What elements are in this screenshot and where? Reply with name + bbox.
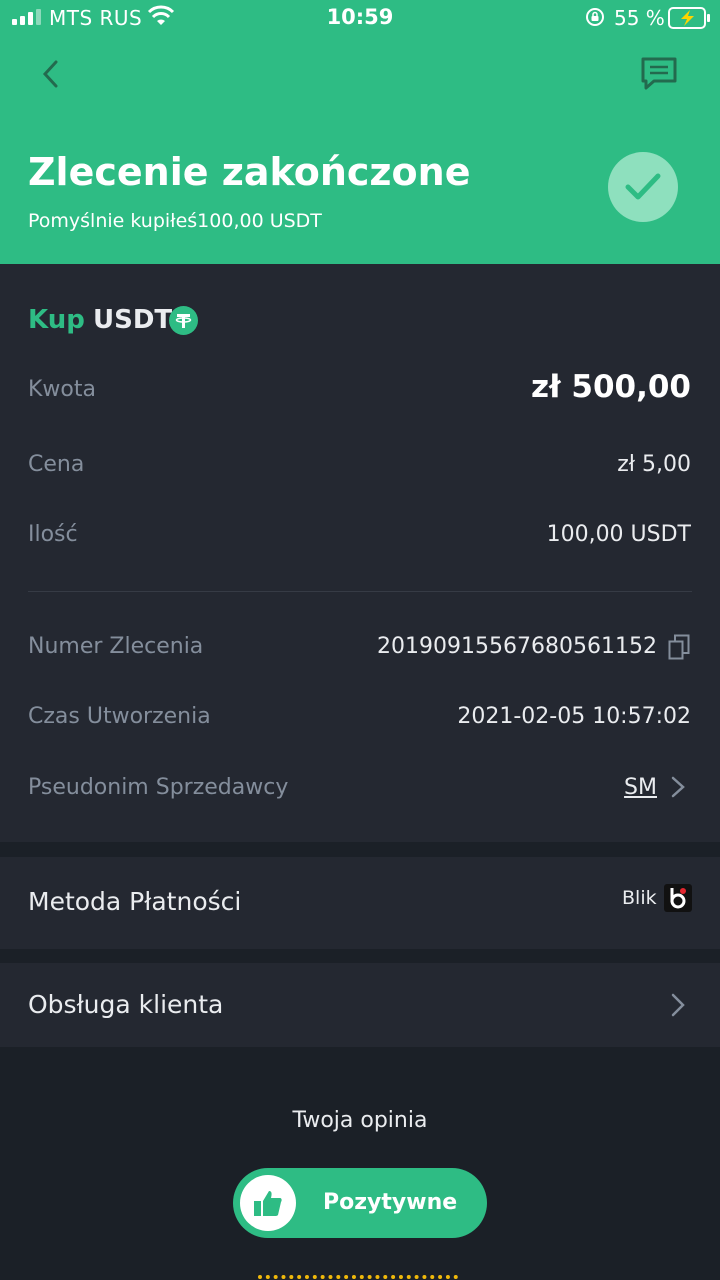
- partially-visible-link: [258, 1268, 458, 1280]
- thumbs-up-badge: [240, 1175, 296, 1231]
- created-time-value: 2021-02-05 10:57:02: [457, 704, 691, 729]
- price-label: Cena: [28, 452, 85, 477]
- order-header: MTS RUS 10:59 55 % Zlecenie zakończone P…: [0, 0, 720, 264]
- rotation-lock-icon: [586, 8, 604, 26]
- seller-nickname-link[interactable]: SM: [624, 775, 657, 800]
- positive-feedback-label: Pozytywne: [323, 1190, 458, 1215]
- payment-method-value: Blik: [622, 887, 657, 909]
- customer-support-label: Obsługa klienta: [28, 990, 224, 1019]
- order-number-value: 20190915567680561152: [377, 634, 657, 659]
- tether-icon: [169, 306, 198, 335]
- amount-label: Kwota: [28, 377, 96, 402]
- created-time-label: Czas Utworzenia: [28, 704, 211, 729]
- thumbs-up-icon: [254, 1191, 282, 1216]
- positive-feedback-button[interactable]: Pozytywne: [233, 1168, 487, 1238]
- amount-value: zł 500,00: [531, 369, 691, 405]
- status-time: 10:59: [326, 5, 394, 29]
- payment-method-label: Metoda Płatności: [28, 887, 242, 916]
- divider: [28, 591, 692, 592]
- success-badge: [608, 152, 678, 222]
- status-bar: MTS RUS 10:59 55 %: [0, 0, 720, 38]
- order-coin: USDT: [93, 305, 173, 335]
- seller-nickname-label: Pseudonim Sprzedawcy: [28, 775, 289, 800]
- order-number-label: Numer Zlecenia: [28, 634, 204, 659]
- quantity-value: 100,00 USDT: [546, 522, 691, 547]
- quantity-label: Ilość: [28, 522, 78, 547]
- order-details-card: [0, 264, 720, 842]
- chevron-right-icon[interactable]: [670, 992, 686, 1018]
- chat-icon[interactable]: [640, 56, 678, 92]
- copy-icon[interactable]: [668, 634, 690, 660]
- battery-icon: [668, 7, 710, 29]
- check-icon: [625, 173, 661, 200]
- page-subtitle: Pomyślnie kupiłeś100,00 USDT: [28, 210, 322, 232]
- feedback-title: Twoja opinia: [292, 1108, 428, 1133]
- page-title: Zlecenie zakończone: [28, 150, 471, 194]
- blik-logo-icon: [664, 884, 692, 912]
- order-side: Kup: [28, 305, 85, 335]
- price-value: zł 5,00: [617, 452, 691, 477]
- back-icon[interactable]: [34, 56, 70, 92]
- battery-percent: 55 %: [614, 6, 665, 30]
- chevron-right-icon[interactable]: [670, 775, 686, 799]
